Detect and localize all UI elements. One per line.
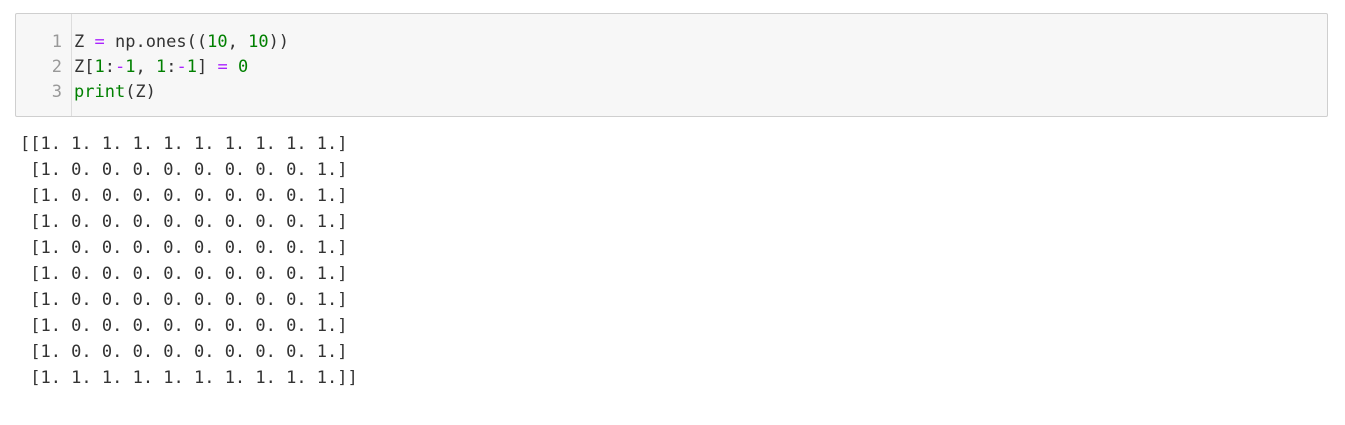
code-token-var: Z [74, 32, 85, 52]
code-line: Z = np.ones((10, 10)) [74, 30, 289, 55]
code-token-builtin: print [74, 82, 126, 102]
code-token-op: = [217, 57, 228, 77]
code-token-var: np.ones(( [104, 32, 208, 52]
output-line: [1. 0. 0. 0. 0. 0. 0. 0. 0. 1.] [20, 316, 348, 336]
code-token-op: - [176, 57, 187, 77]
code-token-num: 1 [125, 57, 136, 77]
gutter-divider [71, 14, 72, 116]
code-cell-input[interactable]: 1 2 3 Z = np.ones((10, 10)) Z[1:-1, 1:-1]… [15, 13, 1328, 117]
code-token-var: : [166, 57, 177, 77]
code-token-op: = [94, 32, 105, 52]
line-number-gutter: 1 2 3 [16, 30, 62, 105]
code-token-num: 1 [155, 57, 167, 77]
output-line: [1. 0. 0. 0. 0. 0. 0. 0. 0. 1.] [20, 342, 348, 362]
code-token-num: 10 [248, 32, 269, 52]
code-token-ws [228, 57, 238, 77]
code-token-op: - [114, 57, 126, 77]
output-line: [1. 0. 0. 0. 0. 0. 0. 0. 0. 1.] [20, 290, 348, 310]
code-token-num: 1 [94, 57, 105, 77]
code-token-num: 0 [237, 57, 249, 77]
code-token-var: , [227, 32, 249, 52]
output-line: [1. 1. 1. 1. 1. 1. 1. 1. 1. 1.]] [20, 368, 358, 388]
output-line: [1. 0. 0. 0. 0. 0. 0. 0. 0. 1.] [20, 238, 348, 258]
line-number: 1 [51, 32, 62, 52]
code-line: print(Z) [74, 80, 289, 105]
line-number: 3 [51, 82, 62, 102]
output-line: [1. 0. 0. 0. 0. 0. 0. 0. 0. 1.] [20, 264, 348, 284]
code-editor[interactable]: Z = np.ones((10, 10)) Z[1:-1, 1:-1] = 0 pr… [74, 30, 289, 105]
code-token-var: ] [196, 57, 218, 77]
output-line: [[1. 1. 1. 1. 1. 1. 1. 1. 1. 1.] [20, 134, 348, 154]
cell-output: [[1. 1. 1. 1. 1. 1. 1. 1. 1. 1.] [1. 0. … [20, 131, 358, 391]
code-token-var: , [135, 57, 156, 77]
output-line: [1. 0. 0. 0. 0. 0. 0. 0. 0. 1.] [20, 212, 348, 232]
output-line: [1. 0. 0. 0. 0. 0. 0. 0. 0. 1.] [20, 160, 348, 180]
code-token-var: (Z) [125, 82, 156, 102]
code-token-var: : [104, 57, 115, 77]
line-number: 2 [51, 57, 62, 77]
code-token-var: Z[ [74, 57, 95, 77]
code-token-var: )) [268, 32, 290, 52]
code-line: Z[1:-1, 1:-1] = 0 [74, 55, 289, 80]
code-token-ws [84, 32, 94, 52]
output-line: [1. 0. 0. 0. 0. 0. 0. 0. 0. 1.] [20, 186, 348, 206]
code-token-num: 10 [207, 32, 228, 52]
code-token-num: 1 [186, 57, 197, 77]
